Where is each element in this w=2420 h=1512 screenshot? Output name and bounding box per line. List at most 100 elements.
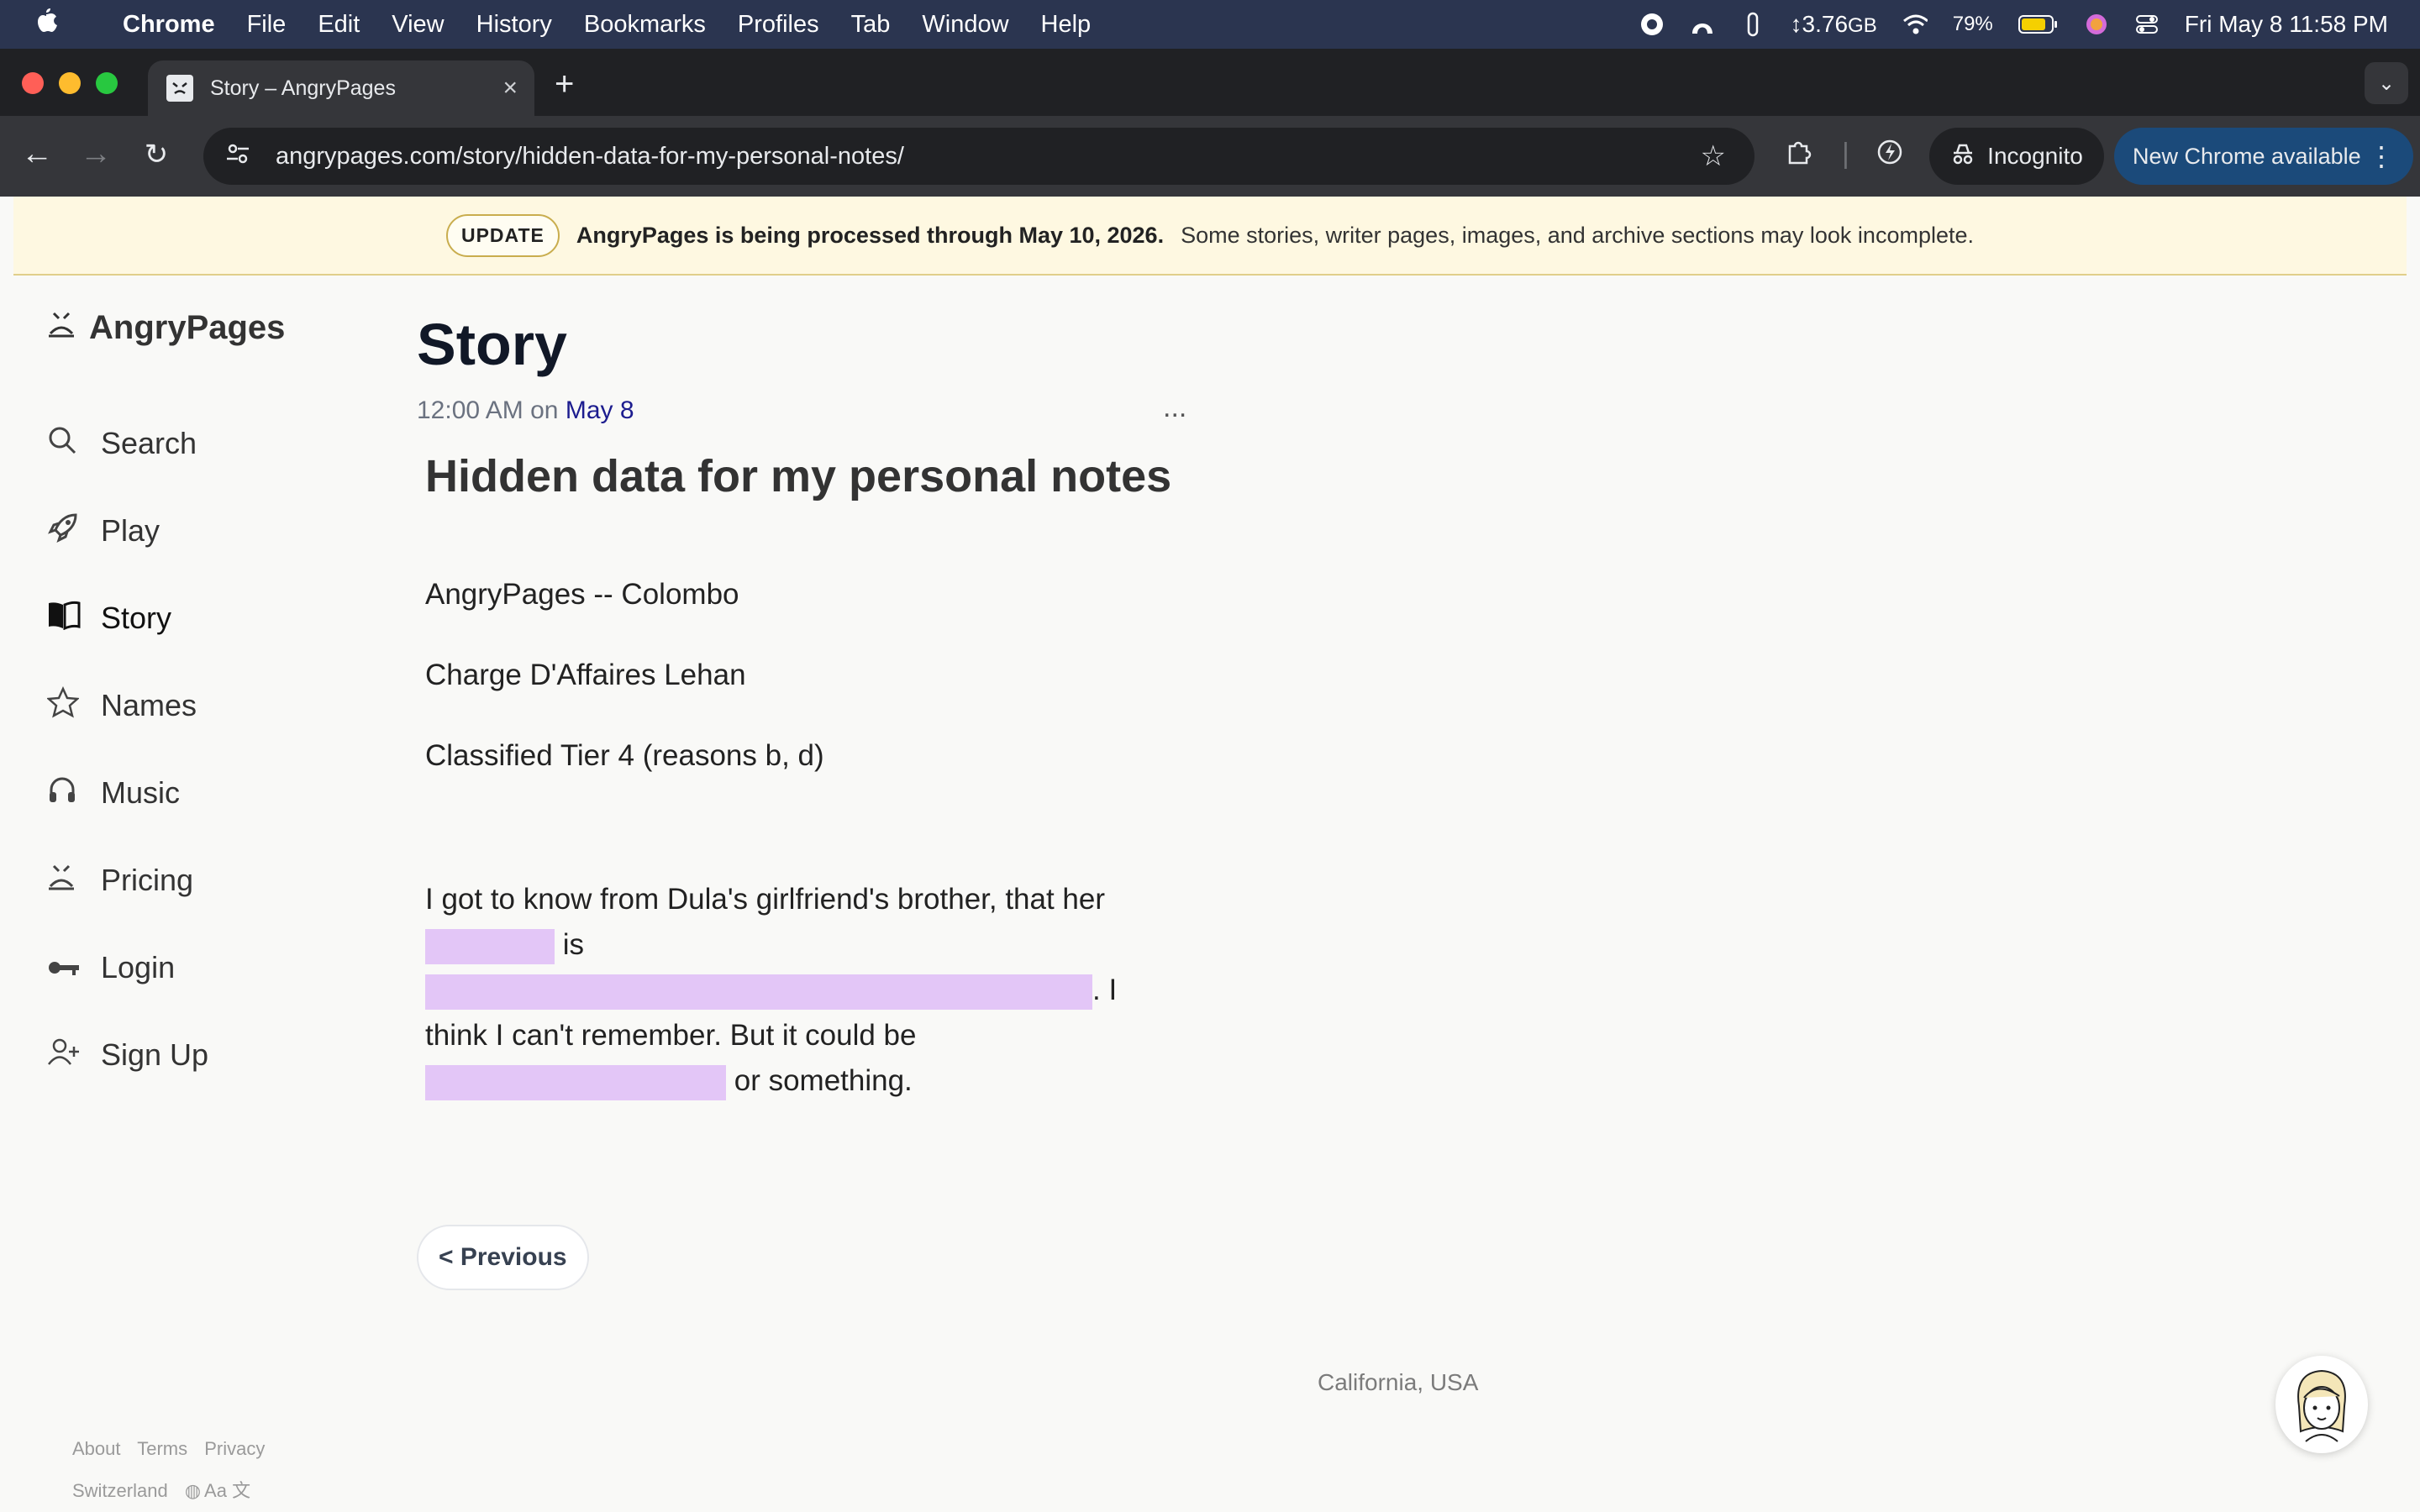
minimize-window-button[interactable] <box>59 72 81 94</box>
star-icon <box>45 685 86 726</box>
battery-icon[interactable] <box>2018 12 2059 37</box>
sidebar-item-label: Story <box>101 601 172 635</box>
incognito-icon <box>1950 143 1975 171</box>
sidebar-item-pricing[interactable]: Pricing <box>47 837 208 924</box>
battery-percent[interactable]: 79% <box>1953 13 1993 36</box>
story-body: I got to know from Dula's girlfriend's b… <box>425 877 1148 1104</box>
story-line: Classified Tier 4 (reasons b, d) <box>425 739 824 772</box>
new-tab-icon[interactable]: + <box>555 66 574 103</box>
control-center-icon[interactable] <box>2134 12 2160 37</box>
site-info-icon[interactable] <box>225 141 259 172</box>
previous-button[interactable]: < Previous <box>417 1225 589 1290</box>
menu-history[interactable]: History <box>476 11 552 39</box>
sidebar-item-label: Play <box>101 513 160 548</box>
siri-icon[interactable] <box>2084 12 2109 37</box>
menu-help[interactable]: Help <box>1041 11 1092 39</box>
toolbar-divider: | <box>1842 138 1849 170</box>
story-main: Story 12:00 AM on May 8 ... Hidden data … <box>417 311 1198 1290</box>
memory-readout[interactable]: ↕3.76GB <box>1791 11 1877 38</box>
footer-privacy-link[interactable]: Privacy <box>204 1438 265 1459</box>
sidebar-item-label: Search <box>101 426 197 460</box>
search-icon <box>47 425 86 463</box>
chrome-menu-icon[interactable]: ⋮ <box>2368 140 2395 172</box>
woman-avatar-icon <box>2297 1369 2346 1442</box>
new-chrome-available-button[interactable]: New Chrome available ⋮ <box>2114 128 2413 185</box>
extensions-icon[interactable] <box>1785 138 1813 174</box>
menu-tab[interactable]: Tab <box>851 11 891 39</box>
angrypages-favicon-icon <box>166 75 193 102</box>
menu-bookmarks[interactable]: Bookmarks <box>584 11 706 39</box>
book-icon <box>47 600 86 638</box>
update-badge: UPDATE <box>445 213 560 257</box>
story-meta: 12:00 AM on May 8 ... <box>417 391 1198 425</box>
globe-icon: ◍ <box>184 1480 202 1501</box>
page-title: Story <box>417 312 567 377</box>
body-text-4: or something. <box>734 1064 913 1097</box>
browser-tab-active[interactable]: Story – AngryPages × <box>148 60 534 116</box>
sidebar-item-search[interactable]: Search <box>47 400 208 487</box>
reload-icon[interactable]: ↻ <box>136 138 176 171</box>
cloud-app-icon[interactable] <box>1690 12 1715 37</box>
bookmark-star-icon[interactable]: ☆ <box>1701 139 1726 173</box>
logo-text: AngryPages <box>89 309 286 346</box>
menu-edit[interactable]: Edit <box>318 11 360 39</box>
sidebar-item-label: Pricing <box>101 863 194 897</box>
forward-icon[interactable]: → <box>76 136 116 172</box>
sidebar-item-signup[interactable]: Sign Up <box>47 1011 208 1099</box>
story-line: AngryPages -- Colombo <box>425 578 739 611</box>
banner-message: Some stories, writer pages, images, and … <box>1181 222 1974 248</box>
story-title: Hidden data for my personal notes <box>425 451 1172 501</box>
window-controls <box>22 72 118 94</box>
update-banner: UPDATE AngryPages is being processed thr… <box>13 197 2407 276</box>
menu-view[interactable]: View <box>392 11 444 39</box>
banner-headline: AngryPages is being processed through Ma… <box>576 222 1165 248</box>
sidebar-item-music[interactable]: Music <box>47 749 208 837</box>
performance-icon[interactable] <box>1876 138 1904 174</box>
tab-search-icon[interactable]: ⌄ <box>2365 62 2408 104</box>
footer-about-link[interactable]: About <box>72 1438 121 1459</box>
language-selector[interactable]: Aa 文 <box>204 1480 250 1501</box>
story-time: 12:00 AM <box>417 396 523 424</box>
add-user-icon <box>47 1037 86 1074</box>
sidebar-item-label: Login <box>101 950 176 984</box>
key-icon <box>47 950 86 985</box>
menu-profiles[interactable]: Profiles <box>738 11 819 39</box>
close-window-button[interactable] <box>22 72 44 94</box>
zoom-window-button[interactable] <box>96 72 118 94</box>
clock[interactable]: Fri May 8 11:58 PM <box>2185 11 2388 38</box>
url-text[interactable]: angrypages.com/story/hidden-data-for-my-… <box>276 143 1701 171</box>
rocket-icon <box>47 512 86 551</box>
body-text-1: I got to know from Dula's girlfriend's b… <box>425 883 1106 916</box>
incognito-label: Incognito <box>1987 143 2083 169</box>
site-logo[interactable]: AngryPages <box>47 309 285 347</box>
close-tab-icon[interactable]: × <box>502 74 518 102</box>
redacted-block[interactable] <box>425 928 555 964</box>
body-text-2: is <box>562 928 585 961</box>
back-icon[interactable]: ← <box>17 136 57 172</box>
footer-location: California, USA <box>1318 1369 1479 1395</box>
assistant-avatar[interactable] <box>2275 1356 2368 1453</box>
angrypages-logo-icon <box>47 309 76 347</box>
sidebar-item-play[interactable]: Play <box>47 487 208 575</box>
wifi-icon[interactable] <box>1902 12 1928 37</box>
footer-terms-link[interactable]: Terms <box>137 1438 187 1459</box>
incognito-indicator[interactable]: Incognito <box>1929 128 2104 185</box>
menu-file[interactable]: File <box>247 11 287 39</box>
browser-toolbar: ← → ↻ angrypages.com/story/hidden-data-f… <box>0 116 2420 197</box>
sidebar-item-label: Music <box>101 775 181 810</box>
sidebar-item-story[interactable]: Story <box>47 575 208 662</box>
redacted-block[interactable] <box>425 974 1092 1010</box>
apple-menu-icon[interactable] <box>34 7 82 43</box>
story-date-link[interactable]: May 8 <box>566 396 634 424</box>
sidebar-item-names[interactable]: Names <box>45 662 208 749</box>
paperclip-icon[interactable] <box>1740 12 1765 37</box>
footer-region[interactable]: Switzerland <box>72 1480 168 1501</box>
sidebar-item-login[interactable]: Login <box>47 924 208 1011</box>
menu-window[interactable]: Window <box>922 11 1008 39</box>
sidebar-nav: Search Play Story Names Music Pricing Lo… <box>45 400 208 1099</box>
status-app-icon[interactable] <box>1639 12 1665 37</box>
menu-app-name[interactable]: Chrome <box>123 11 215 39</box>
redacted-block[interactable] <box>425 1064 726 1100</box>
more-options-icon[interactable]: ... <box>1163 391 1186 424</box>
address-bar[interactable]: angrypages.com/story/hidden-data-for-my-… <box>203 128 1754 185</box>
